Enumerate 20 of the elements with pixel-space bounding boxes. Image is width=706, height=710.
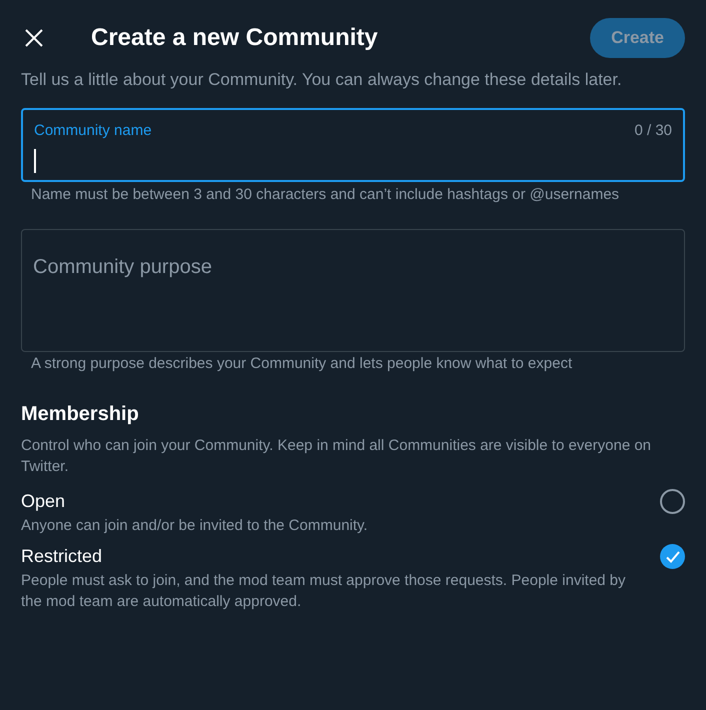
radio-button[interactable] [660, 489, 685, 514]
section-description: Control who can join your Community. Keep in mind all Communities are visible to everyone on Twitter. [21, 436, 652, 477]
dialog-title: Create a new Community [91, 23, 379, 53]
option-description: People must ask to join, and the mod team must approve those requests. People invited by the mod team are automatically approved. [21, 571, 627, 612]
community-name-field[interactable]: Community name 0 / 30 [21, 108, 685, 182]
option-label: Open [21, 490, 66, 513]
radio-button[interactable] [660, 544, 685, 569]
checkmark-icon [666, 550, 680, 562]
option-description: Anyone can join and/or be invited to the Community. [21, 516, 369, 536]
character-counter: 0 / 30 [634, 121, 672, 141]
close-icon [24, 28, 44, 48]
community-purpose-field[interactable]: Community purpose [21, 229, 685, 352]
name-hint: Name must be between 3 and 30 characters and can’t include hashtags or @usernames [30, 185, 620, 205]
field-label: Community name [34, 121, 152, 141]
option-label: Restricted [21, 545, 104, 568]
intro-text: Tell us a little about your Community. You can always change these details later. [21, 69, 623, 91]
text-cursor [34, 148, 36, 172]
field-placeholder: Community purpose [33, 256, 212, 278]
purpose-hint: A strong purpose describes your Community and lets people know what to expect [30, 354, 574, 374]
section-title: Membership [21, 402, 140, 427]
